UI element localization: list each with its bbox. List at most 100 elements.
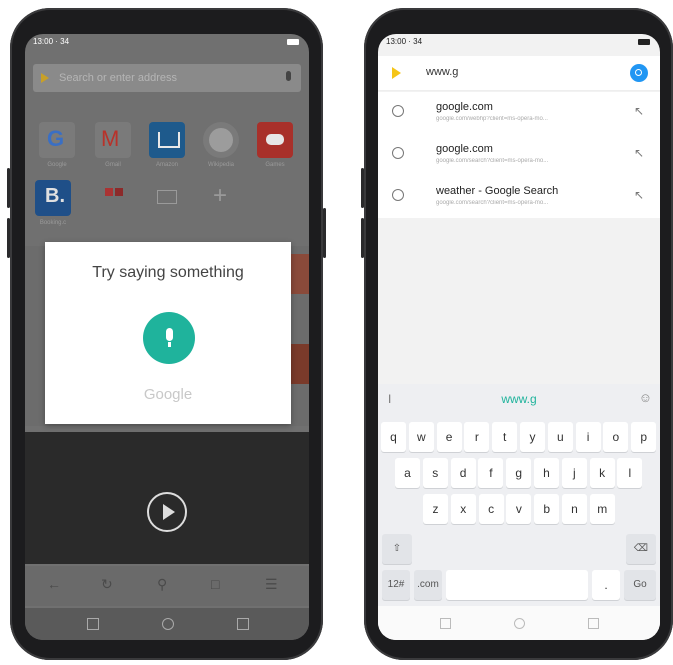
com-key[interactable]: .com — [414, 570, 442, 600]
google-brand: Google — [143, 386, 193, 403]
tile-label: Wikipedia — [207, 162, 234, 168]
key-e[interactable]: e — [436, 422, 462, 452]
speed-dial-folder[interactable] — [95, 180, 131, 216]
games-icon — [266, 134, 284, 145]
key-h[interactable]: h — [534, 458, 559, 488]
reload-icon[interactable]: ↻ — [101, 576, 113, 593]
status-bar: 13:00 · 34 — [378, 34, 660, 50]
amazon-icon — [158, 132, 180, 148]
dot-key[interactable]: . — [592, 570, 620, 600]
shift-key[interactable]: ⇧ — [382, 534, 412, 564]
right-phone: 13:00 · 34 www.g google.com google.com/w… — [361, 8, 673, 660]
power-button — [323, 208, 326, 258]
browser-toolbar: ← ↻ ⚲ □ ☰ — [25, 566, 309, 606]
home-icon[interactable] — [514, 618, 525, 629]
back-nav-icon[interactable] — [588, 618, 599, 629]
fill-arrow-icon[interactable]: ↖ — [634, 146, 644, 160]
key-v[interactable]: v — [506, 494, 532, 524]
key-j[interactable]: j — [561, 458, 587, 488]
status-bar: 13:00 · 34 — [25, 34, 309, 50]
address-input[interactable]: www.g — [426, 66, 458, 78]
folder-icon — [115, 188, 123, 196]
suggestion-item[interactable]: weather - Google Search google.com/searc… — [378, 176, 660, 218]
volume-button — [361, 168, 364, 208]
menu-icon[interactable]: ☰ — [265, 576, 278, 593]
play-icon[interactable] — [147, 492, 187, 532]
key-g[interactable]: g — [506, 458, 532, 488]
fill-arrow-icon[interactable]: ↖ — [634, 188, 644, 202]
address-placeholder: Search or enter address — [59, 72, 178, 84]
tile-label: Google — [47, 162, 67, 168]
key-p[interactable]: p — [631, 422, 657, 452]
key-l[interactable]: l — [617, 458, 643, 488]
key-i[interactable]: i — [575, 422, 601, 452]
suggestion-url: google.com/search?client=ms-opera-mo... — [436, 158, 549, 164]
go-key[interactable]: Go — [624, 570, 656, 600]
search-go-icon[interactable] — [630, 64, 648, 82]
keyboard-suggestion[interactable]: www.g — [378, 392, 660, 406]
key-x[interactable]: x — [450, 494, 476, 524]
emoji-icon[interactable]: ☺ — [639, 390, 652, 405]
key-o[interactable]: o — [603, 422, 629, 452]
right-screen: 13:00 · 34 www.g google.com google.com/w… — [378, 34, 660, 640]
speed-dial-amazon[interactable] — [149, 122, 185, 158]
mic-icon[interactable] — [286, 71, 291, 81]
key-q[interactable]: q — [381, 422, 406, 452]
browser-logo-icon — [392, 67, 401, 79]
key-n[interactable]: n — [562, 494, 587, 524]
recents-icon[interactable] — [440, 618, 451, 629]
suggestion-item[interactable]: google.com google.com/webhp?client=ms-op… — [378, 92, 660, 134]
key-u[interactable]: u — [547, 422, 573, 452]
suggestion-item[interactable]: google.com google.com/search?client=ms-o… — [378, 134, 660, 176]
google-icon: G — [47, 126, 65, 151]
recents-icon[interactable] — [87, 618, 99, 630]
address-bar[interactable]: www.g — [378, 56, 660, 91]
history-icon — [392, 189, 404, 201]
speed-dial-games[interactable] — [257, 122, 293, 158]
key-c[interactable]: c — [478, 494, 504, 524]
tile-label: Games — [265, 162, 285, 168]
backspace-key[interactable]: ⌫ — [626, 534, 656, 564]
key-a[interactable]: a — [395, 458, 420, 488]
key-k[interactable]: k — [589, 458, 615, 488]
status-time: 13:00 · 34 — [33, 37, 70, 46]
voice-mic-button[interactable] — [143, 312, 195, 364]
key-r[interactable]: r — [464, 422, 490, 452]
key-y[interactable]: y — [520, 422, 545, 452]
add-speed-dial-button[interactable]: + — [203, 180, 239, 216]
key-b[interactable]: b — [534, 494, 560, 524]
back-nav-icon[interactable] — [237, 618, 249, 630]
keyboard-suggestion-bar: I www.g ☺ — [378, 384, 660, 414]
search-icon[interactable]: ⚲ — [157, 576, 167, 593]
battery-icon — [287, 39, 299, 45]
key-f[interactable]: f — [478, 458, 504, 488]
fill-arrow-icon[interactable]: ↖ — [634, 104, 644, 118]
address-bar[interactable]: Search or enter address — [33, 64, 301, 92]
video-card[interactable] — [25, 432, 309, 564]
symbols-key[interactable]: 12# — [382, 570, 410, 600]
home-icon[interactable] — [162, 618, 174, 630]
speed-dial-google[interactable]: G — [39, 122, 75, 158]
news-thumbnail — [289, 344, 309, 384]
speed-dial-news[interactable] — [149, 180, 185, 216]
key-m[interactable]: m — [589, 494, 615, 524]
key-z[interactable]: z — [423, 494, 448, 524]
tile-label: Booking.c — [39, 220, 67, 226]
key-s[interactable]: s — [422, 458, 448, 488]
key-d[interactable]: d — [450, 458, 476, 488]
history-icon — [392, 105, 404, 117]
speed-dial-wikipedia[interactable] — [203, 122, 239, 158]
plus-icon: + — [213, 182, 228, 209]
space-key[interactable] — [446, 570, 588, 600]
key-w[interactable]: w — [408, 422, 434, 452]
suggestion-url: google.com/search?client=ms-opera-mo... — [436, 200, 549, 206]
suggestion-url: google.com/webhp?client=ms-opera-mo... — [436, 116, 548, 122]
system-navbar — [378, 606, 660, 640]
key-t[interactable]: t — [492, 422, 518, 452]
speed-dial-booking[interactable]: B. — [35, 180, 71, 216]
wikipedia-icon — [209, 128, 233, 152]
tabs-icon[interactable]: □ — [211, 576, 219, 592]
speed-dial-gmail[interactable]: M — [95, 122, 131, 158]
back-icon[interactable]: ← — [47, 576, 61, 592]
left-phone: 13:00 · 34 Search or enter address G Goo… — [7, 8, 326, 660]
